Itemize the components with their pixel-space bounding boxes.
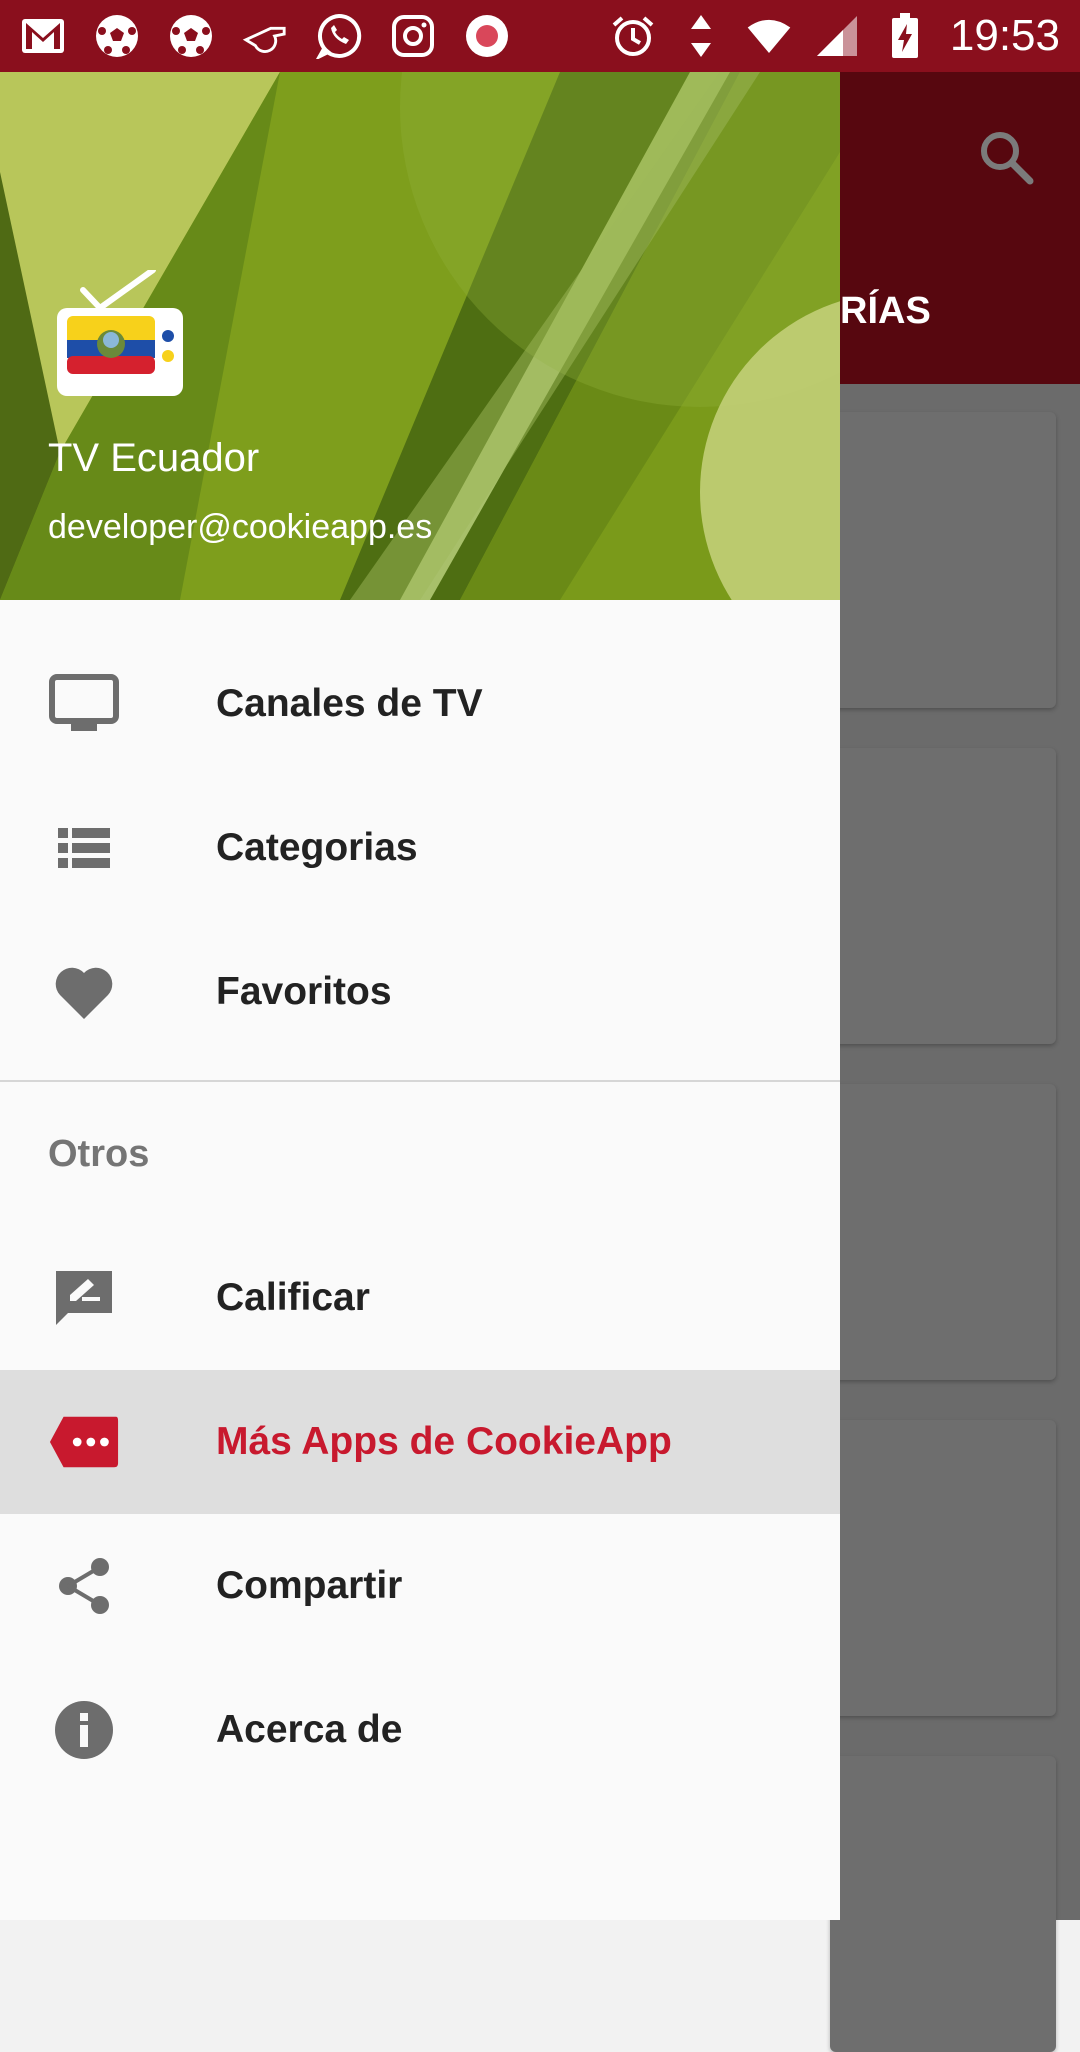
menu-item-label: Compartir: [216, 1564, 403, 1607]
status-bar: 19:53: [0, 0, 1080, 72]
instagram-icon: [390, 13, 436, 59]
navigation-drawer: TV Ecuador developer@cookieapp.es Canale…: [0, 72, 840, 1920]
record-icon: [464, 13, 510, 59]
menu-item-acerca-de[interactable]: Acerca de: [0, 1658, 840, 1802]
soccer-ball-icon: [168, 13, 214, 59]
clock-time: 19:53: [949, 11, 1060, 60]
whistle-icon: [242, 13, 288, 59]
channel-card[interactable]: [830, 1756, 1056, 2052]
channel-card[interactable]: [830, 748, 1056, 1044]
menu-item-label: Calificar: [216, 1276, 370, 1319]
info-icon: [48, 1694, 120, 1766]
search-icon[interactable]: [976, 127, 1036, 187]
wifi-icon: [746, 13, 792, 59]
menu-item-favoritos[interactable]: Favoritos: [0, 920, 840, 1064]
channel-card[interactable]: [830, 412, 1056, 708]
tv-icon: [48, 668, 120, 740]
data-arrows-icon: [678, 13, 724, 59]
menu-item-calificar[interactable]: Calificar: [0, 1226, 840, 1370]
menu-item-categorias[interactable]: Categorias: [0, 776, 840, 920]
soccer-ball-icon: [94, 13, 140, 59]
signal-icon: [814, 13, 860, 59]
share-icon: [48, 1550, 120, 1622]
gmail-icon: [20, 13, 66, 59]
alarm-icon: [610, 13, 656, 59]
more-tag-icon: [48, 1406, 120, 1478]
account-email: developer@cookieapp.es: [48, 508, 433, 546]
drawer-header: TV Ecuador developer@cookieapp.es: [0, 72, 840, 600]
heart-icon: [48, 956, 120, 1028]
channel-card[interactable]: [830, 1084, 1056, 1380]
menu-item-label: Más Apps de CookieApp: [216, 1420, 672, 1463]
tab-categorias-partial[interactable]: RÍAS: [840, 290, 931, 333]
menu-item-canales-de-tv[interactable]: Canales de TV: [0, 632, 840, 776]
menu-item-mas-apps[interactable]: Más Apps de CookieApp: [0, 1370, 840, 1514]
menu-item-label: Categorias: [216, 826, 418, 869]
whatsapp-icon: [316, 13, 362, 59]
rate-review-icon: [48, 1262, 120, 1334]
menu-item-label: Favoritos: [216, 970, 392, 1013]
list-icon: [48, 812, 120, 884]
battery-charging-icon: [882, 13, 928, 59]
menu-item-label: Canales de TV: [216, 682, 483, 725]
channel-card[interactable]: [830, 1420, 1056, 1716]
menu-item-label: Acerca de: [216, 1708, 403, 1751]
section-title-otros: Otros: [48, 1132, 150, 1175]
app-logo: [55, 267, 185, 400]
menu-item-compartir[interactable]: Compartir: [0, 1514, 840, 1658]
app-name: TV Ecuador: [48, 436, 260, 480]
